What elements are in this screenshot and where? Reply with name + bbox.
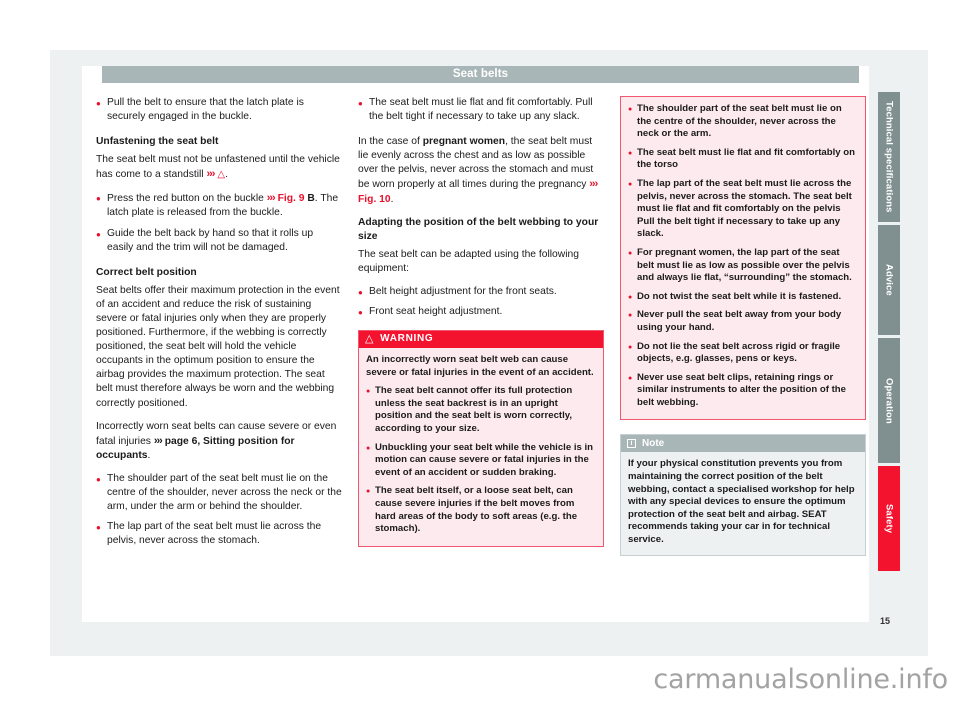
tab-technical-specifications[interactable]: Technical specifications bbox=[878, 92, 900, 222]
bullet-text: Guide the belt back by hand so that it r… bbox=[107, 227, 314, 253]
bullet-text: The lap part of the seat belt must lie a… bbox=[637, 177, 852, 240]
note-box-title: Note bbox=[642, 437, 665, 449]
cross-reference-chevron-icon[interactable]: ››› bbox=[154, 435, 163, 447]
figure-reference-link[interactable]: Fig. 10 bbox=[358, 194, 391, 205]
list-item: Pull the belt to ensure that the latch p… bbox=[96, 96, 342, 124]
section-title-bar: Seat belts bbox=[102, 66, 859, 83]
note-box-body: If your physical constitution prevents y… bbox=[621, 452, 865, 555]
paragraph-incorrectly-worn: Incorrectly worn seat belts can cause se… bbox=[96, 420, 342, 463]
paragraph-text-end: . bbox=[147, 449, 151, 461]
bullet-text: The shoulder part of the seat belt must … bbox=[637, 103, 842, 140]
heading-correct-belt-position: Correct belt position bbox=[96, 266, 197, 278]
info-icon: i bbox=[627, 439, 636, 449]
column-right: The shoulder part of the seat belt must … bbox=[620, 96, 866, 556]
bullet-text: Press the red button on the buckle bbox=[107, 193, 264, 205]
paragraph-unfastening: The seat belt must not be unfastened unt… bbox=[96, 154, 340, 181]
list-item: Never pull the seat belt away from your … bbox=[628, 309, 858, 334]
bullet-text: Pull the belt to ensure that the latch p… bbox=[107, 97, 304, 123]
tab-label: Safety bbox=[883, 503, 895, 534]
bullet-text: Unbuckling your seat belt while the vehi… bbox=[375, 441, 594, 478]
warning-box-header: △ WARNING bbox=[359, 331, 603, 349]
tab-operation[interactable]: Operation bbox=[878, 338, 900, 463]
figure-callout-letter: B bbox=[307, 193, 315, 205]
list-item: The lap part of the seat belt must lie a… bbox=[96, 520, 342, 548]
cross-reference-chevron-icon[interactable]: ››› bbox=[206, 168, 215, 180]
heading-unfastening: Unfastening the seat belt bbox=[96, 136, 219, 148]
list-item: The lap part of the seat belt must lie a… bbox=[628, 178, 858, 241]
paragraph-pregnant-women: In the case of pregnant women, the seat … bbox=[358, 135, 604, 206]
list-item: Unbuckling your seat belt while the vehi… bbox=[366, 442, 596, 480]
paragraph-text: The seat belt must not be unfastened unt… bbox=[96, 154, 288, 166]
bullet-text: The seat belt cannot offer its full prot… bbox=[375, 385, 573, 434]
list-item: The seat belt itself, or a loose seat be… bbox=[366, 485, 596, 535]
paragraph-adapting: The seat belt can be adapted using the f… bbox=[358, 248, 579, 274]
page-number: 15 bbox=[880, 616, 891, 626]
bullet-text: Do not lie the seat belt across rigid or… bbox=[637, 340, 841, 365]
tab-label: Operation bbox=[883, 377, 895, 424]
list-item: For pregnant women, the lap part of the … bbox=[628, 247, 858, 285]
tab-advice[interactable]: Advice bbox=[878, 225, 900, 335]
bullet-text: The lap part of the seat belt must lie a… bbox=[107, 521, 322, 547]
cross-reference-chevron-icon[interactable]: ››› bbox=[267, 192, 276, 204]
warning-intro: An incorrectly worn seat belt web can ca… bbox=[366, 354, 594, 378]
page-columns: Pull the belt to ensure that the latch p… bbox=[96, 96, 866, 614]
paragraph-correct-position: Seat belts offer their maximum protectio… bbox=[96, 284, 340, 409]
figure-reference-link[interactable]: Fig. 9 bbox=[278, 193, 305, 204]
bullet-text: The seat belt itself, or a loose seat be… bbox=[375, 485, 578, 535]
bullet-text: The seat belt must lie flat and fit comf… bbox=[637, 146, 856, 171]
warning-triangle-icon: △ bbox=[365, 333, 375, 346]
bullet-text: Never pull the seat belt away from your … bbox=[637, 309, 842, 333]
list-item: Front seat height adjustment. bbox=[358, 305, 604, 320]
warning-box: △ WARNING An incorrectly worn seat belt … bbox=[358, 330, 604, 547]
bullet-text: The shoulder part of the seat belt must … bbox=[107, 472, 342, 513]
paragraph-emphasis: pregnant women bbox=[422, 136, 506, 148]
bullet-text: Never use seat belt clips, retaining rin… bbox=[637, 371, 846, 408]
list-item: The shoulder part of the seat belt must … bbox=[628, 103, 858, 141]
chapter-tabs: Technical specifications Advice Operatio… bbox=[878, 92, 900, 574]
warning-box-continued: The shoulder part of the seat belt must … bbox=[620, 96, 866, 421]
paragraph-text: In the case of bbox=[358, 136, 423, 148]
bullet-text: Do not twist the seat belt while it is f… bbox=[637, 290, 842, 302]
list-item: Never use seat belt clips, retaining rin… bbox=[628, 372, 858, 410]
bullet-text: Front seat height adjustment. bbox=[369, 305, 503, 317]
tab-safety[interactable]: Safety bbox=[878, 466, 900, 571]
bullet-text: The seat belt must lie flat and fit comf… bbox=[369, 97, 593, 123]
heading-adapting-position: Adapting the position of the belt webbin… bbox=[358, 216, 599, 242]
list-item: Do not lie the seat belt across rigid or… bbox=[628, 341, 858, 366]
list-item: Do not twist the seat belt while it is f… bbox=[628, 291, 858, 304]
warning-box-body: An incorrectly worn seat belt web can ca… bbox=[359, 348, 603, 546]
note-box-header: i Note bbox=[621, 435, 865, 453]
bullet-text: Belt height adjustment for the front sea… bbox=[369, 285, 557, 297]
warning-box-title: WARNING bbox=[380, 333, 434, 345]
list-item: The seat belt cannot offer its full prot… bbox=[366, 385, 596, 435]
list-item: Guide the belt back by hand so that it r… bbox=[96, 227, 342, 255]
list-item: The shoulder part of the seat belt must … bbox=[96, 472, 342, 514]
paragraph-text-end: . bbox=[390, 193, 394, 205]
bullet-text: For pregnant women, the lap part of the … bbox=[637, 246, 852, 284]
list-item: Belt height adjustment for the front sea… bbox=[358, 285, 604, 300]
column-left: Pull the belt to ensure that the latch p… bbox=[96, 96, 342, 554]
note-box: i Note If your physical constitution pre… bbox=[620, 434, 866, 556]
list-item: Press the red button on the buckle ››› F… bbox=[96, 191, 342, 220]
list-item: The seat belt must lie flat and fit comf… bbox=[358, 96, 604, 124]
tab-label: Advice bbox=[883, 264, 895, 296]
site-watermark: carmanualsonline.info bbox=[653, 664, 948, 695]
pdf-page-viewer: Seat belts Pull the belt to ensure that … bbox=[0, 0, 960, 708]
list-item: The seat belt must lie flat and fit comf… bbox=[628, 147, 858, 172]
column-middle: The seat belt must lie flat and fit comf… bbox=[358, 96, 604, 558]
cross-reference-chevron-icon[interactable]: ››› bbox=[589, 178, 598, 190]
tab-label: Technical specifications bbox=[883, 101, 895, 213]
warning-triangle-icon: △ bbox=[217, 169, 226, 181]
